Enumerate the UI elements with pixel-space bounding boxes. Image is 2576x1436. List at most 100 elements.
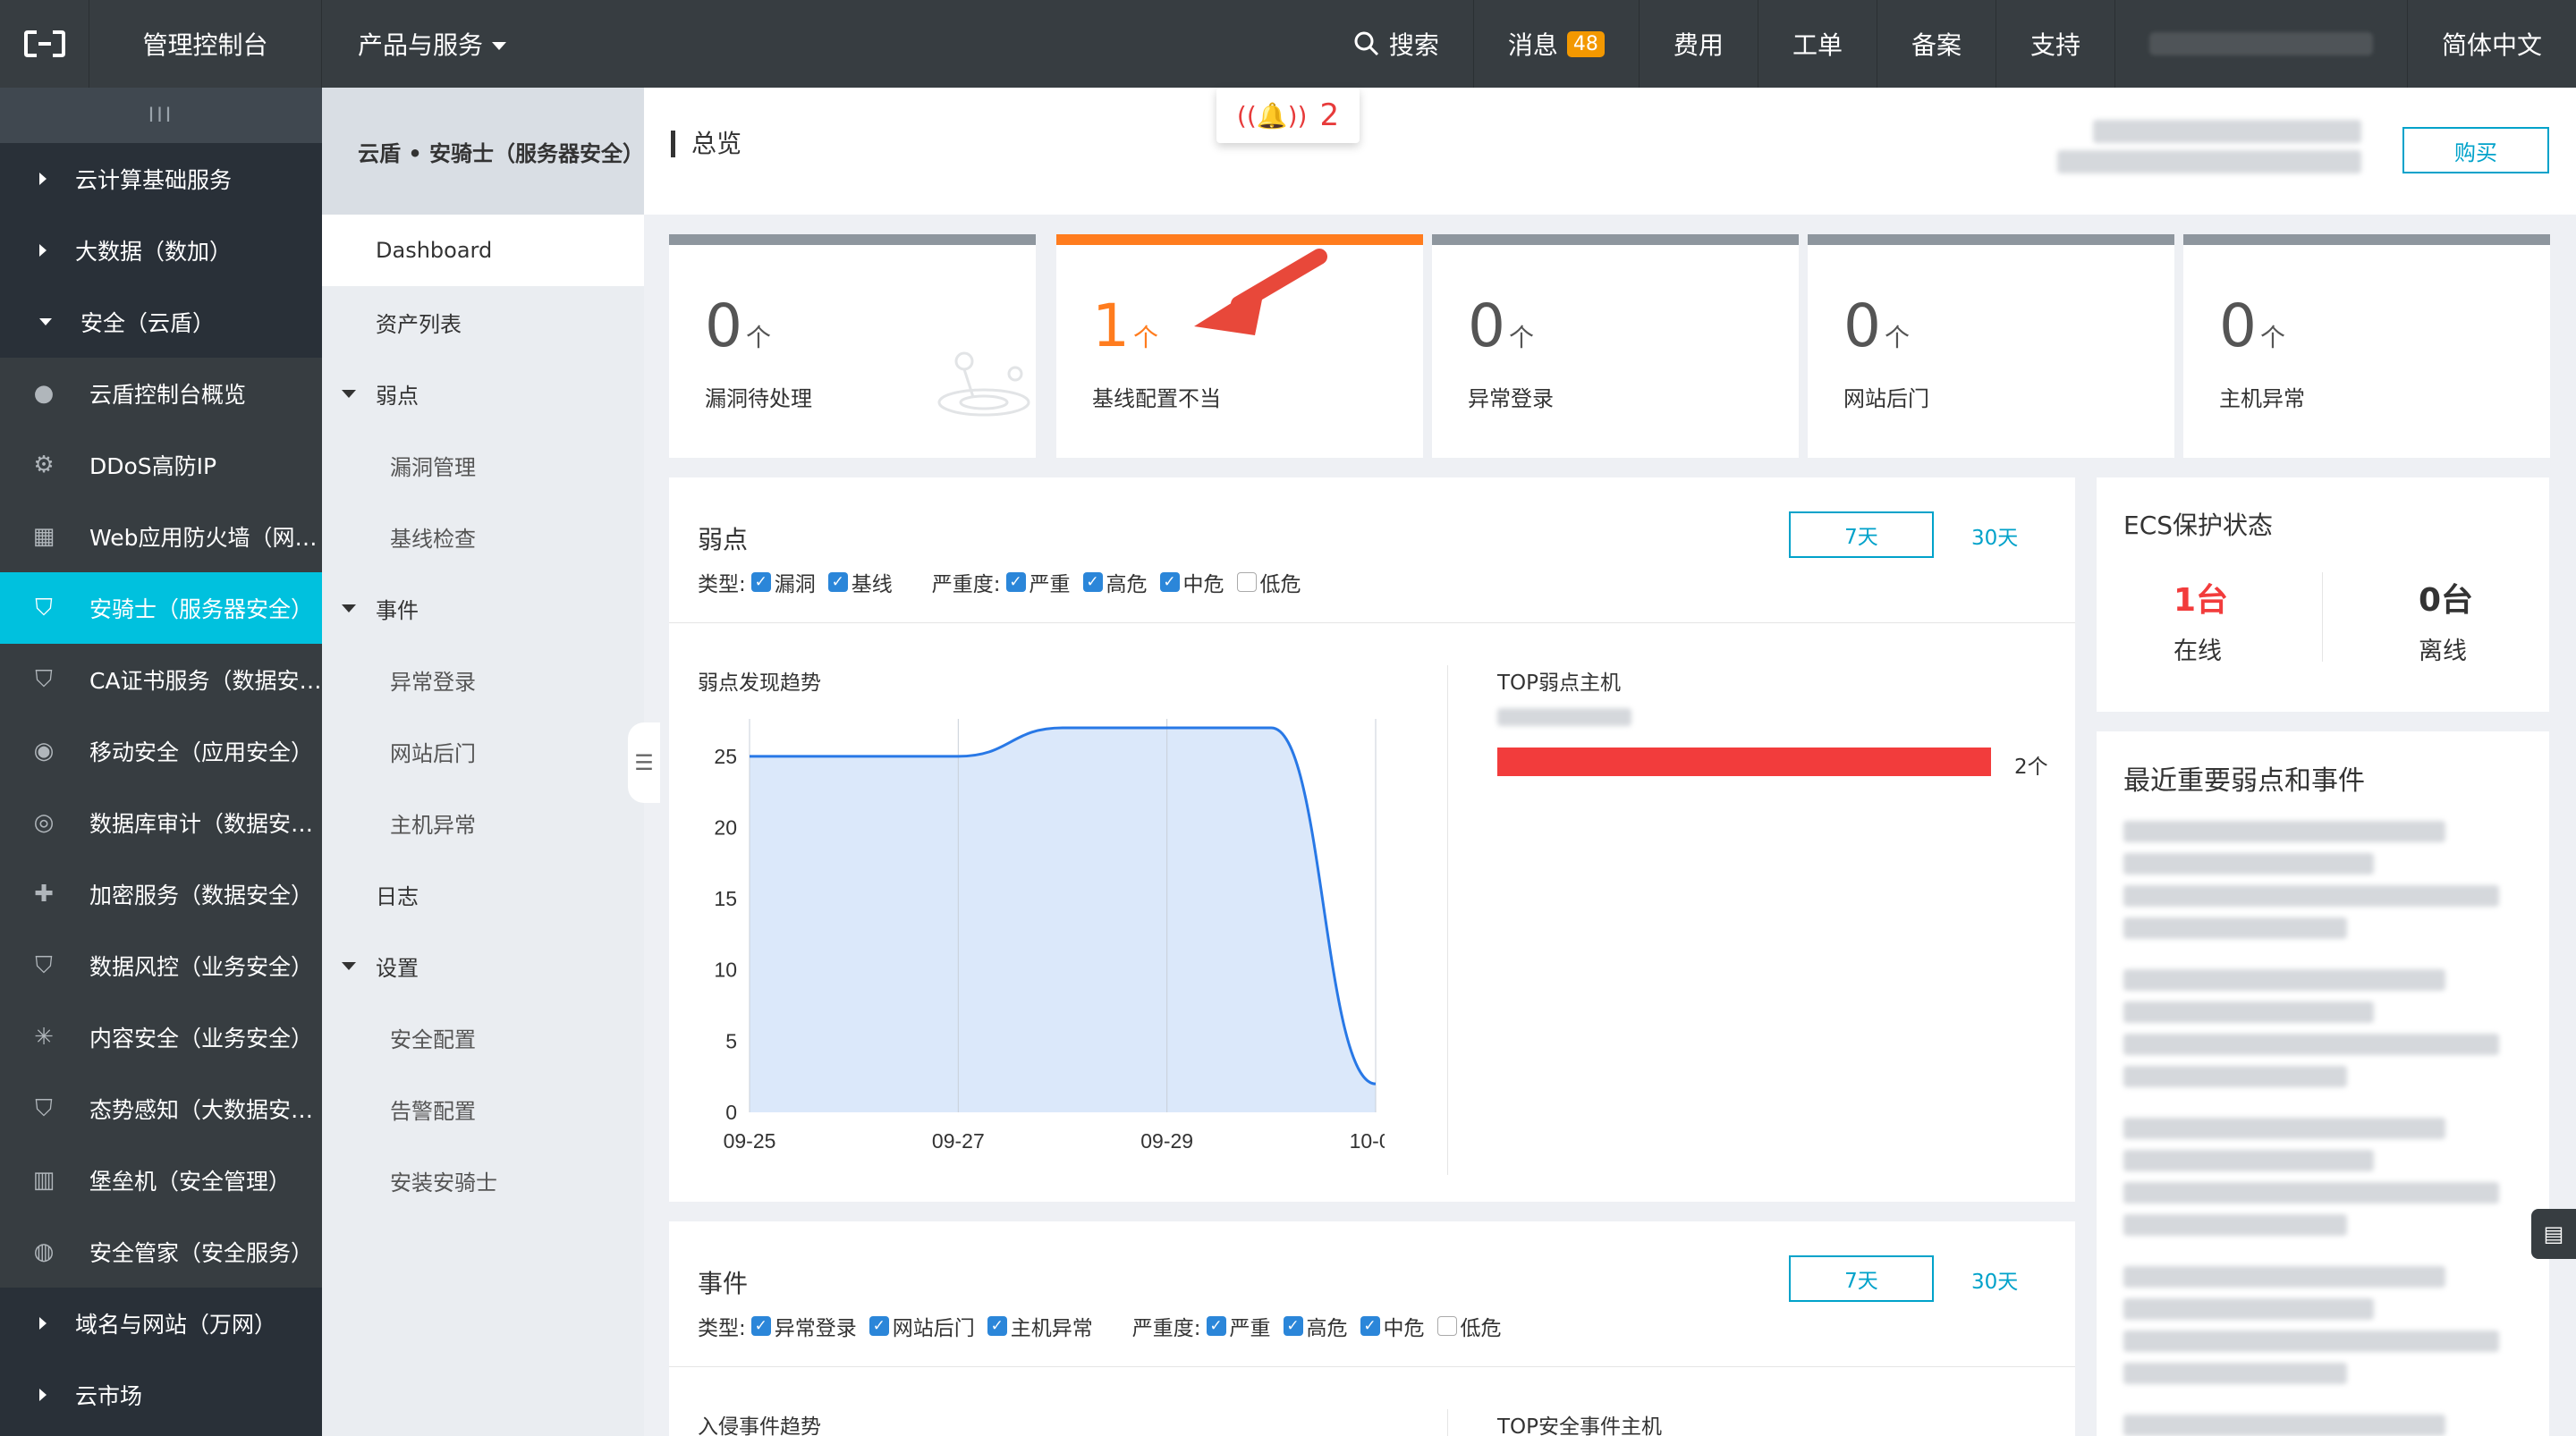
subnav-item[interactable]: 漏洞管理 bbox=[322, 429, 644, 501]
chevron-down-icon bbox=[342, 961, 356, 970]
filter-checkbox-webshell[interactable]: ✓ 网站后门 bbox=[869, 1311, 975, 1341]
sidebar-item[interactable]: ✚ 加密服务（数据安全） bbox=[0, 858, 322, 930]
ecs-online-count[interactable]: 1台 bbox=[2174, 574, 2228, 621]
sidebar-item[interactable]: 安全（云盾） bbox=[0, 286, 322, 358]
events-tab-30days[interactable]: 30天 bbox=[1971, 1264, 2018, 1295]
chevron-right-icon bbox=[39, 1389, 47, 1401]
sidebar-item-label: 云市场 bbox=[75, 1383, 143, 1409]
chart-x-tick-label: 09-27 bbox=[932, 1129, 985, 1153]
ecs-title: ECS保护状态 bbox=[2123, 511, 2274, 540]
subnav-item[interactable]: 异常登录 bbox=[322, 644, 644, 715]
language-switch[interactable]: 简体中文 bbox=[2406, 0, 2576, 88]
stat-value: 0个 bbox=[705, 295, 771, 369]
event-text-redacted bbox=[2123, 1266, 2445, 1288]
sidebar-item[interactable]: ◉ 移动安全（应用安全） bbox=[0, 715, 322, 787]
chart-y-tick-label: 10 bbox=[714, 959, 737, 982]
chart-divider bbox=[1447, 1409, 1448, 1436]
sidebar-item[interactable]: ● 云盾控制台概览 bbox=[0, 358, 322, 429]
subnav-item[interactable]: Dashboard bbox=[322, 215, 644, 286]
subnav-item[interactable]: 弱点 bbox=[322, 358, 644, 429]
stat-label: 基线配置不当 bbox=[1092, 386, 1221, 411]
events-tab-7days[interactable]: 7天 bbox=[1789, 1255, 1934, 1302]
sidebar-item[interactable]: ▥ 堡垒机（安全管理） bbox=[0, 1145, 322, 1216]
filter-label: 低危 bbox=[1460, 1317, 1502, 1340]
type-filter-label: 类型: bbox=[698, 1317, 746, 1340]
weakness-tab-7days[interactable]: 7天 bbox=[1789, 511, 1934, 558]
filter-label: 严重 bbox=[1229, 1317, 1271, 1340]
sidebar-collapse-toggle[interactable]: III bbox=[0, 88, 322, 143]
sidebar-item[interactable]: 域名与网站（万网） bbox=[0, 1288, 322, 1359]
tickets-link[interactable]: 工单 bbox=[1757, 0, 1877, 88]
chat-support-button[interactable]: ▤ bbox=[2531, 1209, 2576, 1259]
subnav-item[interactable]: 事件 bbox=[322, 572, 644, 644]
products-menu[interactable]: 产品与服务 bbox=[322, 0, 542, 88]
event-text-redacted bbox=[2123, 1363, 2347, 1384]
expiry-info-redacted bbox=[2057, 150, 2361, 173]
filter-checkbox-baseline[interactable]: ✓ 基线 bbox=[827, 567, 893, 597]
support-link[interactable]: 支持 bbox=[1995, 0, 2114, 88]
sidebar-item[interactable]: 云市场 bbox=[0, 1359, 322, 1431]
sidebar-item-label: 云盾控制台概览 bbox=[89, 382, 247, 408]
filter-checkbox-vuln[interactable]: ✓ 漏洞 bbox=[750, 567, 816, 597]
sidebar-item[interactable]: ⛉ 安骑士（服务器安全） bbox=[0, 572, 322, 644]
subnav-item[interactable]: 网站后门 bbox=[322, 715, 644, 787]
filter-checkbox-abnormal-login[interactable]: ✓ 异常登录 bbox=[750, 1311, 857, 1341]
stat-card[interactable]: 0 个主机异常 bbox=[2183, 234, 2550, 458]
account-menu[interactable] bbox=[2114, 0, 2407, 88]
event-text-redacted bbox=[2123, 969, 2445, 991]
sidebar-item[interactable]: ⛉ 态势感知（大数据安… bbox=[0, 1073, 322, 1145]
eye-icon: ◉ bbox=[33, 738, 55, 764]
console-home-link[interactable]: 管理控制台 bbox=[89, 0, 322, 88]
subnav-item[interactable]: 主机异常 bbox=[322, 787, 644, 858]
subnav-item[interactable]: 告警配置 bbox=[322, 1073, 644, 1145]
stat-label: 主机异常 bbox=[2219, 386, 2305, 411]
panel-divider bbox=[669, 1366, 2075, 1367]
stat-label: 网站后门 bbox=[1843, 386, 1929, 411]
severity-checkbox-high[interactable]: ✓ 高危 bbox=[1082, 567, 1148, 597]
subnav-toggle-handle[interactable]: ☰ bbox=[628, 722, 660, 803]
severity-checkbox-medium[interactable]: ✓ 中危 bbox=[1159, 567, 1224, 597]
check-icon: ✓ bbox=[1283, 1316, 1303, 1336]
subnav-item[interactable]: 基线检查 bbox=[322, 501, 644, 572]
stat-card[interactable]: 0 个异常登录 bbox=[1432, 234, 1799, 458]
subnav-item-label: 安装安骑士 bbox=[390, 1170, 497, 1195]
icp-link[interactable]: 备案 bbox=[1876, 0, 1996, 88]
weakness-tab-30days[interactable]: 30天 bbox=[1971, 520, 2018, 551]
sidebar-item[interactable]: ◎ 数据库审计（数据安… bbox=[0, 787, 322, 858]
sidebar-item-label: 加密服务（数据安全） bbox=[89, 883, 314, 908]
aliyun-logo[interactable] bbox=[0, 0, 89, 88]
sidebar-item[interactable]: 大数据（数加） bbox=[0, 215, 322, 286]
sidebar-item[interactable]: ◍ 安全管家（安全服务） bbox=[0, 1216, 322, 1288]
sidebar-item[interactable]: ⛉ 数据风控（业务安全） bbox=[0, 930, 322, 1001]
severity-checkbox-critical[interactable]: ✓ 严重 bbox=[1206, 1311, 1271, 1341]
subnav-item[interactable]: 日志 bbox=[322, 858, 644, 930]
alert-notification[interactable]: ((🔔)) 2 bbox=[1216, 88, 1360, 143]
weakness-filters: 类型: ✓ 漏洞 ✓ 基线 严重度: ✓ 严重 ✓ 高危 ✓ 中危 低危 bbox=[698, 567, 1314, 597]
subnav-item[interactable]: 安装安骑士 bbox=[322, 1145, 644, 1216]
subnav-item[interactable]: 设置 bbox=[322, 930, 644, 1001]
severity-checkbox-low[interactable]: 低危 bbox=[1236, 567, 1301, 597]
top-host-bar bbox=[1497, 748, 1991, 776]
severity-checkbox-critical[interactable]: ✓ 严重 bbox=[1005, 567, 1071, 597]
filter-checkbox-host-anomaly[interactable]: ✓ 主机异常 bbox=[987, 1311, 1093, 1341]
target-icon: ◎ bbox=[33, 809, 55, 836]
stat-card[interactable]: 0 个网站后门 bbox=[1808, 234, 2174, 458]
sidebar-item[interactable]: ✳ 内容安全（业务安全） bbox=[0, 1001, 322, 1073]
severity-checkbox-medium[interactable]: ✓ 中危 bbox=[1360, 1311, 1425, 1341]
subnav-item[interactable]: 资产列表 bbox=[322, 286, 644, 358]
sidebar-item-label: Web应用防火墙（网… bbox=[89, 525, 318, 551]
ecs-offline-count[interactable]: 0台 bbox=[2419, 574, 2473, 621]
severity-checkbox-low[interactable]: 低危 bbox=[1436, 1311, 1502, 1341]
search-button[interactable]: 搜索 bbox=[1319, 0, 1473, 88]
subnav-item[interactable]: 安全配置 bbox=[322, 1001, 644, 1073]
billing-link[interactable]: 费用 bbox=[1638, 0, 1758, 88]
buy-button[interactable]: 购买 bbox=[2402, 127, 2549, 173]
sidebar-item[interactable]: ⚙ DDoS高防IP bbox=[0, 429, 322, 501]
sidebar-item[interactable]: ⛉ CA证书服务（数据安… bbox=[0, 644, 322, 715]
sidebar-item[interactable]: 云计算基础服务 bbox=[0, 143, 322, 215]
sidebar-item[interactable]: ▦ Web应用防火墙（网… bbox=[0, 501, 322, 572]
alert-count: 2 bbox=[1319, 97, 1340, 133]
messages-button[interactable]: 消息 48 bbox=[1472, 0, 1639, 88]
filter-label: 严重 bbox=[1029, 573, 1071, 596]
severity-checkbox-high[interactable]: ✓ 高危 bbox=[1283, 1311, 1348, 1341]
